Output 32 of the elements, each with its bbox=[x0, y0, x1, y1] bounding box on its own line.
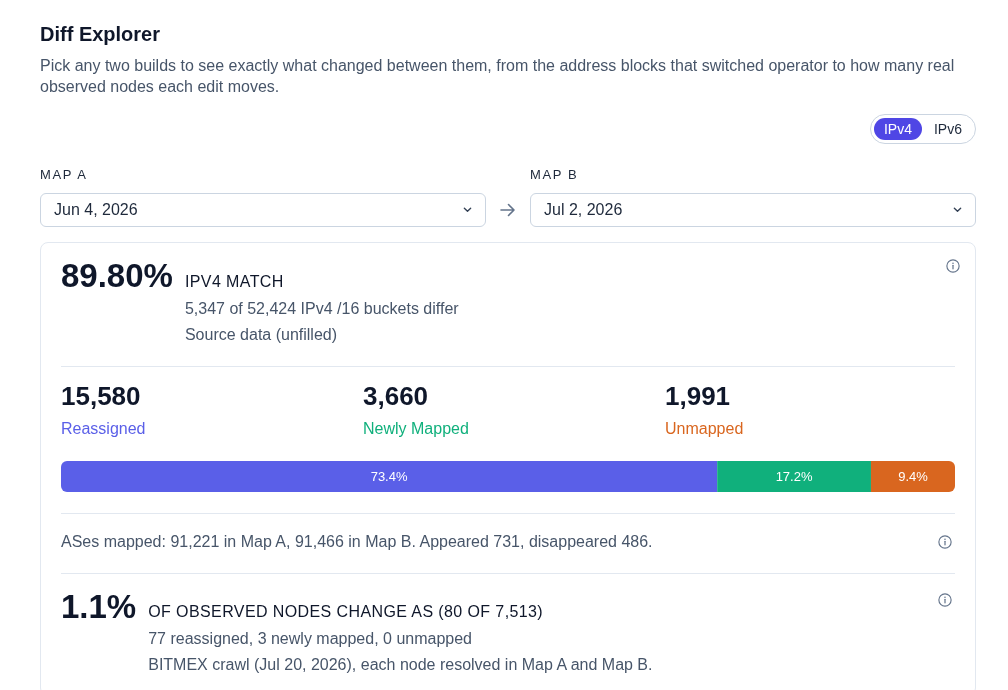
stat-label: Unmapped bbox=[665, 419, 744, 439]
match-detail: 5,347 of 52,424 IPv4 /16 buckets differ bbox=[184, 299, 459, 319]
info-icon[interactable] bbox=[946, 259, 960, 273]
node-change-detail: BITMEX crawl (Jul 20, 2026), each node resolved in Map A and Map B. bbox=[148, 655, 653, 675]
page-description: Pick any two builds to see exactly what changed between them, from the address blocks that switched operator to how many real observed nodes each edit moves. bbox=[40, 56, 956, 97]
chevron-down-icon bbox=[463, 207, 472, 213]
match-label: IPV4 MATCH bbox=[184, 272, 285, 292]
as-summary-text: ASes mapped: 91,221 in Map A, 91,466 in Map B. Appeared 731, disappeared 486. bbox=[61, 532, 653, 552]
match-percentage: 89.80% bbox=[61, 258, 173, 294]
arrow-right-icon bbox=[500, 203, 516, 217]
stat-value: 15,580 bbox=[61, 381, 141, 411]
map-select[interactable]: Jul 2, 2026 bbox=[530, 193, 976, 227]
node-change-detail: 77 reassigned, 3 newly mapped, 0 unmapped bbox=[148, 629, 473, 649]
info-icon[interactable] bbox=[938, 535, 952, 549]
info-icon[interactable] bbox=[938, 593, 952, 607]
stat-label: Newly Mapped bbox=[363, 419, 469, 439]
stat-value: 3,660 bbox=[363, 381, 429, 411]
node-change-percentage: 1.1% bbox=[61, 589, 137, 625]
page-title: Diff Explorer bbox=[40, 22, 162, 47]
value-label: 17.2% bbox=[775, 469, 813, 484]
chevron-down-icon bbox=[953, 207, 962, 213]
stat-label: Reassigned bbox=[61, 419, 146, 439]
protocol-toggle-option[interactable]: IPv6 bbox=[924, 118, 972, 140]
protocol-toggle-option[interactable]: IPv4 bbox=[873, 118, 922, 140]
map-label: MAP A bbox=[40, 167, 88, 183]
map-label: MAP B bbox=[530, 167, 579, 183]
value-label: 9.4% bbox=[898, 469, 928, 484]
map-select[interactable]: Jun 4, 2026 bbox=[40, 193, 486, 227]
stat-value: 1,991 bbox=[665, 381, 731, 411]
node-change-label: OF OBSERVED NODES CHANGE AS (80 OF 7,513) bbox=[148, 602, 545, 622]
value-label: 73.4% bbox=[370, 469, 408, 484]
match-detail: Source data (unfilled) bbox=[184, 325, 339, 345]
